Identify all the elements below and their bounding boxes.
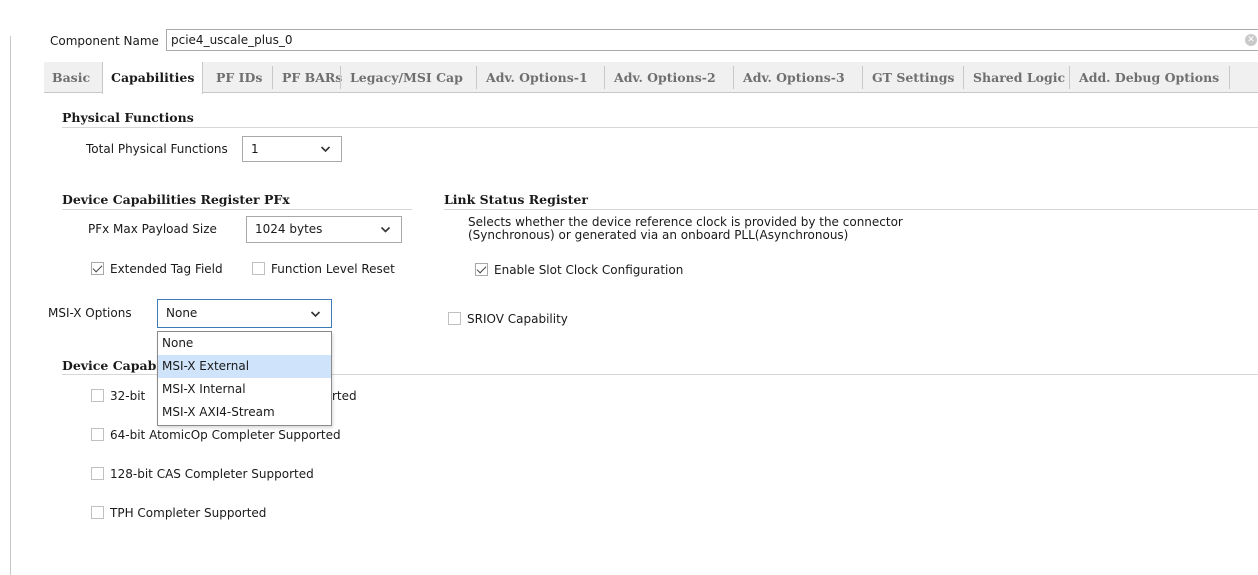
- total-physical-functions-select[interactable]: 1: [242, 136, 342, 162]
- enable-slot-clock-checkbox[interactable]: Enable Slot Clock Configuration: [475, 263, 683, 277]
- cas-128bit-label: 128-bit CAS Completer Supported: [110, 467, 314, 481]
- extended-tag-field-label: Extended Tag Field: [110, 262, 223, 276]
- tab-bar: Basic Capabilities PF IDs PF BARs Legacy…: [44, 62, 1258, 94]
- checkbox-checked-icon[interactable]: [91, 262, 104, 275]
- chevron-down-icon: [310, 300, 321, 327]
- dropdown-option-msix-internal[interactable]: MSI-X Internal: [158, 378, 331, 401]
- atomicop-64bit-checkbox[interactable]: 64-bit AtomicOp Completer Supported: [91, 428, 341, 442]
- tab-pf-ids[interactable]: PF IDs: [208, 62, 270, 93]
- tab-capabilities[interactable]: Capabilities: [102, 62, 204, 94]
- section-divider: [62, 127, 1258, 128]
- sriov-capability-label: SRIOV Capability: [467, 312, 568, 326]
- checkbox-unchecked-icon[interactable]: [91, 428, 104, 441]
- function-level-reset-label: Function Level Reset: [271, 262, 395, 276]
- dropdown-option-msix-axi4-stream[interactable]: MSI-X AXI4-Stream: [158, 401, 331, 424]
- enable-slot-clock-label: Enable Slot Clock Configuration: [494, 263, 684, 277]
- window-left-border: [10, 36, 11, 575]
- tab-adv-options-1[interactable]: Adv. Options-1: [478, 62, 596, 93]
- cas-128bit-checkbox[interactable]: 128-bit CAS Completer Supported: [91, 467, 314, 481]
- tab-basic[interactable]: Basic: [44, 62, 98, 93]
- physical-functions-heading: Physical Functions: [62, 110, 194, 125]
- link-status-register-heading: Link Status Register: [444, 192, 588, 207]
- dropdown-option-none[interactable]: None: [158, 332, 331, 355]
- checkbox-unchecked-icon[interactable]: [91, 467, 104, 480]
- device-capabilities-heading: Device Capabilities Register PFx: [62, 192, 290, 207]
- component-name-label: Component Name: [50, 34, 159, 48]
- tab-pf-bars[interactable]: PF BARs: [274, 62, 350, 93]
- max-payload-size-value: 1024 bytes: [255, 222, 323, 236]
- checkbox-unchecked-icon[interactable]: [448, 312, 461, 325]
- msix-options-label: MSI-X Options: [48, 306, 132, 320]
- tab-adv-options-2[interactable]: Adv. Options-2: [606, 62, 724, 93]
- component-name-input[interactable]: [166, 29, 1258, 51]
- tab-separator: [963, 66, 964, 89]
- atomicop-32bit-checkbox[interactable]: 32-bit: [91, 389, 145, 403]
- max-payload-size-label: PFx Max Payload Size: [88, 222, 217, 236]
- atomicop-32bit-label-tail: rted: [332, 389, 357, 403]
- extended-tag-field-checkbox[interactable]: Extended Tag Field: [91, 262, 223, 276]
- checkbox-checked-icon[interactable]: [475, 263, 488, 276]
- tab-separator: [476, 66, 477, 89]
- tab-separator: [272, 66, 273, 89]
- function-level-reset-checkbox[interactable]: Function Level Reset: [252, 262, 395, 276]
- msix-options-select[interactable]: None: [157, 299, 332, 328]
- total-physical-functions-value: 1: [251, 142, 259, 156]
- atomicop-32bit-label: 32-bit: [110, 389, 146, 403]
- checkbox-unchecked-icon[interactable]: [252, 262, 265, 275]
- tph-completer-checkbox[interactable]: TPH Completer Supported: [91, 506, 266, 520]
- section-divider: [444, 209, 1258, 210]
- tab-adv-options-3[interactable]: Adv. Options-3: [735, 62, 853, 93]
- checkbox-unchecked-icon[interactable]: [91, 506, 104, 519]
- tab-separator: [340, 66, 341, 89]
- tab-add-debug-options[interactable]: Add. Debug Options: [1071, 62, 1227, 93]
- msix-options-value: None: [166, 306, 198, 320]
- chevron-down-icon: [380, 217, 391, 242]
- tph-completer-label: TPH Completer Supported: [110, 506, 267, 520]
- link-status-description: Selects whether the device reference clo…: [468, 216, 903, 242]
- link-status-description-line: (Synchronous) or generated via an onboar…: [468, 228, 849, 242]
- device-capabilities-2-heading: Device Capabi: [62, 358, 162, 373]
- max-payload-size-select[interactable]: 1024 bytes: [246, 216, 402, 243]
- chevron-down-icon: [320, 137, 331, 161]
- dropdown-option-msix-external[interactable]: MSI-X External: [158, 355, 331, 378]
- checkbox-unchecked-icon[interactable]: [91, 389, 104, 402]
- section-divider: [62, 209, 412, 210]
- clear-icon[interactable]: ✕: [1245, 34, 1257, 46]
- tab-separator: [604, 66, 605, 89]
- sriov-capability-checkbox[interactable]: SRIOV Capability: [448, 312, 568, 326]
- tab-separator: [733, 66, 734, 89]
- tab-legacy-msi-cap[interactable]: Legacy/MSI Cap: [342, 62, 471, 93]
- atomicop-64bit-label: 64-bit AtomicOp Completer Supported: [110, 428, 341, 442]
- tab-shared-logic[interactable]: Shared Logic: [965, 62, 1073, 93]
- tab-separator: [1229, 66, 1230, 89]
- total-physical-functions-label: Total Physical Functions: [86, 142, 228, 156]
- msix-options-dropdown: None MSI-X External MSI-X Internal MSI-X…: [157, 331, 332, 426]
- tab-separator: [862, 66, 863, 89]
- tab-gt-settings[interactable]: GT Settings: [864, 62, 962, 93]
- tab-separator: [1069, 66, 1070, 89]
